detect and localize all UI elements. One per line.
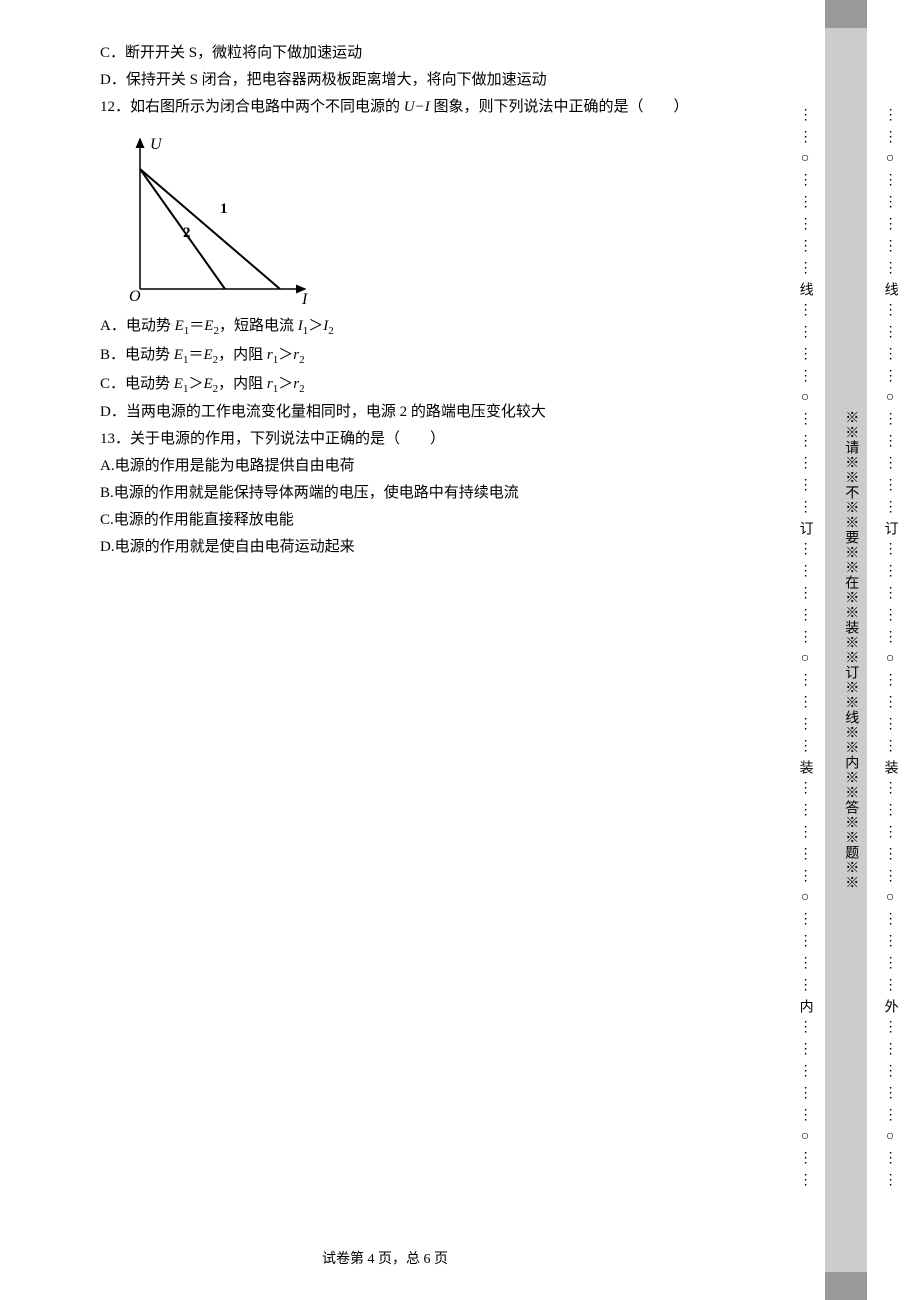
q12-option-a: A．电动势 E1＝E2，短路电流 I1＞I2: [100, 313, 740, 342]
txt: 2: [299, 383, 305, 395]
binding-advice: ※※请※※不※※要※※在※※装※※订※※线※※内※※答※※题※※: [838, 320, 863, 980]
txt: ，内阻: [218, 347, 267, 363]
txt: E: [175, 318, 184, 334]
option-c-prev: C．断开开关 S，微粒将向下做加速运动: [100, 40, 740, 67]
series-1-label: 1: [220, 201, 228, 217]
q12-stem-pre: 12．如右图所示为闭合电路中两个不同电源的: [100, 99, 404, 115]
q13-stem: 13．关于电源的作用，下列说法中正确的是（ ）: [100, 426, 740, 453]
q13-option-d: D.电源的作用就是使自由电荷运动起来: [100, 534, 740, 561]
origin-label: O: [129, 288, 141, 305]
q12-stem-post: 图象，则下列说法中正确的是（ ）: [430, 99, 689, 115]
series-1-line: [140, 169, 280, 289]
series-2-label: 2: [183, 225, 191, 241]
txt: 2: [299, 354, 305, 366]
q12-option-c: C．电动势 E1＞E2，内阻 r1＞r2: [100, 371, 740, 400]
option-d-prev: D．保持开关 S 闭合，把电容器两极板距离增大，将向下做加速运动: [100, 67, 740, 94]
txt: B．电动势: [100, 347, 174, 363]
txt: A．电动势: [100, 318, 175, 334]
page-footer: 试卷第 4 页，总 6 页: [0, 1247, 770, 1272]
txt: ，内阻: [218, 376, 267, 392]
txt: E: [174, 347, 183, 363]
binding-cap-bottom: [825, 1272, 867, 1300]
txt: ＞: [308, 318, 323, 334]
q13-option-c: C.电源的作用能直接释放电能: [100, 507, 740, 534]
q12-stem-ui: U−I: [404, 99, 430, 115]
txt: E: [203, 347, 212, 363]
txt: ＝: [189, 318, 204, 334]
txt: E: [174, 376, 183, 392]
txt: ＝: [188, 347, 203, 363]
q13-option-a: A.电源的作用是能为电路提供自由电荷: [100, 453, 740, 480]
txt: ＞: [278, 347, 293, 363]
q13-option-b: B.电源的作用就是能保持导体两端的电压，使电路中有持续电流: [100, 480, 740, 507]
q12-graph: O U I 1 2: [110, 129, 320, 309]
binding-outer-col: ⋮⋮○⋮⋮⋮⋮⋮线⋮⋮⋮⋮○⋮⋮⋮⋮⋮订⋮⋮⋮⋮⋮○⋮⋮⋮⋮装⋮⋮⋮⋮⋮○⋮⋮⋮…: [875, 0, 905, 1300]
binding-outer-seq: ⋮⋮○⋮⋮⋮⋮⋮线⋮⋮⋮⋮○⋮⋮⋮⋮⋮订⋮⋮⋮⋮⋮○⋮⋮⋮⋮装⋮⋮⋮⋮⋮○⋮⋮⋮…: [875, 10, 905, 1290]
txt: C．电动势: [100, 376, 174, 392]
txt: ，短路电流: [219, 318, 298, 334]
binding-inner-seq: ⋮⋮○⋮⋮⋮⋮⋮线⋮⋮⋮⋮○⋮⋮⋮⋮⋮订⋮⋮⋮⋮⋮○⋮⋮⋮⋮装⋮⋮⋮⋮⋮○⋮⋮⋮…: [790, 10, 820, 1290]
txt: ＞: [278, 376, 293, 392]
q12-stem: 12．如右图所示为闭合电路中两个不同电源的 U−I 图象，则下列说法中正确的是（…: [100, 94, 740, 121]
x-axis-label: I: [301, 291, 308, 308]
ui-chart-svg: O U I 1 2: [110, 129, 320, 309]
binding-cap-top: [825, 0, 867, 28]
txt: 2: [328, 325, 334, 337]
question-content: C．断开开关 S，微粒将向下做加速运动 D．保持开关 S 闭合，把电容器两极板距…: [100, 40, 740, 561]
txt: ＞: [188, 376, 203, 392]
y-axis-label: U: [150, 136, 163, 153]
binding-inner-col: ⋮⋮○⋮⋮⋮⋮⋮线⋮⋮⋮⋮○⋮⋮⋮⋮⋮订⋮⋮⋮⋮⋮○⋮⋮⋮⋮装⋮⋮⋮⋮⋮○⋮⋮⋮…: [790, 0, 820, 1300]
q12-option-d: D．当两电源的工作电流变化量相同时，电源 2 的路端电压变化较大: [100, 399, 740, 426]
q12-option-b: B．电动势 E1＝E2，内阻 r1＞r2: [100, 342, 740, 371]
txt: E: [203, 376, 212, 392]
